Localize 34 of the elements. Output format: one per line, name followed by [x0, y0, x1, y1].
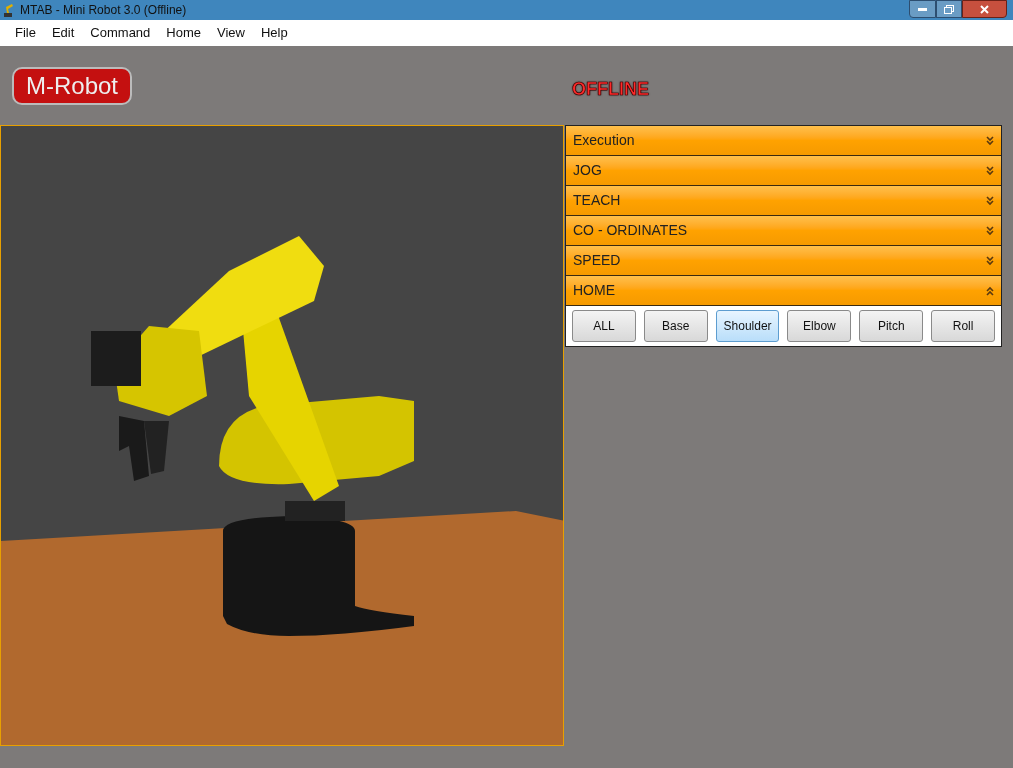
home-axis-button[interactable]: Shoulder	[715, 310, 780, 342]
home-axis-button[interactable]: ALL	[572, 310, 636, 342]
menu-item[interactable]: Command	[82, 23, 159, 43]
section-header[interactable]: SPEED	[566, 246, 1001, 276]
window-title: MTAB - Mini Robot 3.0 (Offline)	[20, 2, 187, 19]
maximize-button[interactable]	[936, 0, 962, 18]
section-header[interactable]: Execution	[566, 126, 1001, 156]
menu-item[interactable]: Edit	[43, 23, 83, 43]
menu-item[interactable]: Help	[252, 23, 296, 43]
home-axis-button[interactable]: Elbow	[787, 310, 852, 342]
double-chevron-down-icon	[986, 195, 994, 206]
menu-item[interactable]: View	[209, 23, 253, 43]
status-label: OFFLINE	[572, 78, 649, 101]
robot-arm-icon	[3, 3, 15, 17]
home-axis-button[interactable]: Base	[643, 310, 708, 342]
restore-icon	[944, 4, 954, 14]
double-chevron-down-icon	[986, 255, 994, 266]
close-icon	[980, 4, 989, 14]
double-chevron-down-icon	[986, 165, 994, 176]
double-chevron-up-icon	[986, 285, 994, 296]
section-header[interactable]: TEACH	[566, 186, 1001, 216]
home-axis-button[interactable]: Pitch	[859, 310, 924, 342]
menu-item[interactable]: Home	[158, 23, 209, 43]
section-header[interactable]: CO - ORDINATES	[566, 216, 1001, 246]
section-header[interactable]: JOG	[566, 156, 1001, 186]
minimize-button[interactable]	[909, 0, 936, 18]
home-axis-button[interactable]: Roll	[931, 310, 995, 342]
menu-item[interactable]: File	[7, 23, 44, 43]
section-header[interactable]: HOME	[566, 276, 1001, 306]
double-chevron-down-icon	[986, 225, 994, 236]
logo: M-Robot	[12, 66, 132, 105]
double-chevron-down-icon	[986, 135, 994, 146]
minimize-icon	[918, 7, 927, 11]
close-button[interactable]	[962, 0, 1007, 18]
